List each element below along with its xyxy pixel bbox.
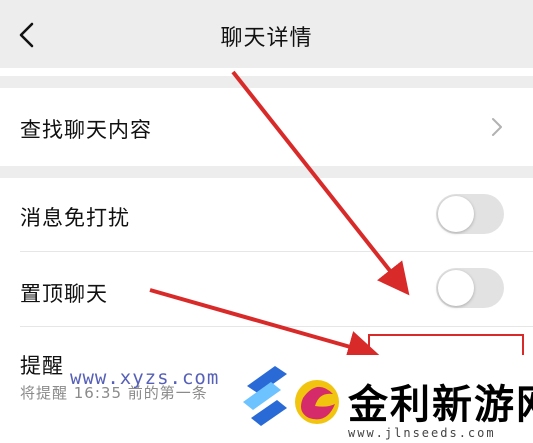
watermark-site: www.jlnseeds.com — [348, 426, 496, 440]
watermark-logo-icon — [243, 366, 339, 426]
arrow-to-remind-toggle — [149, 288, 380, 362]
arrow-to-pin-toggle — [231, 70, 410, 296]
watermark-brand: 金利新游网 — [348, 381, 533, 428]
